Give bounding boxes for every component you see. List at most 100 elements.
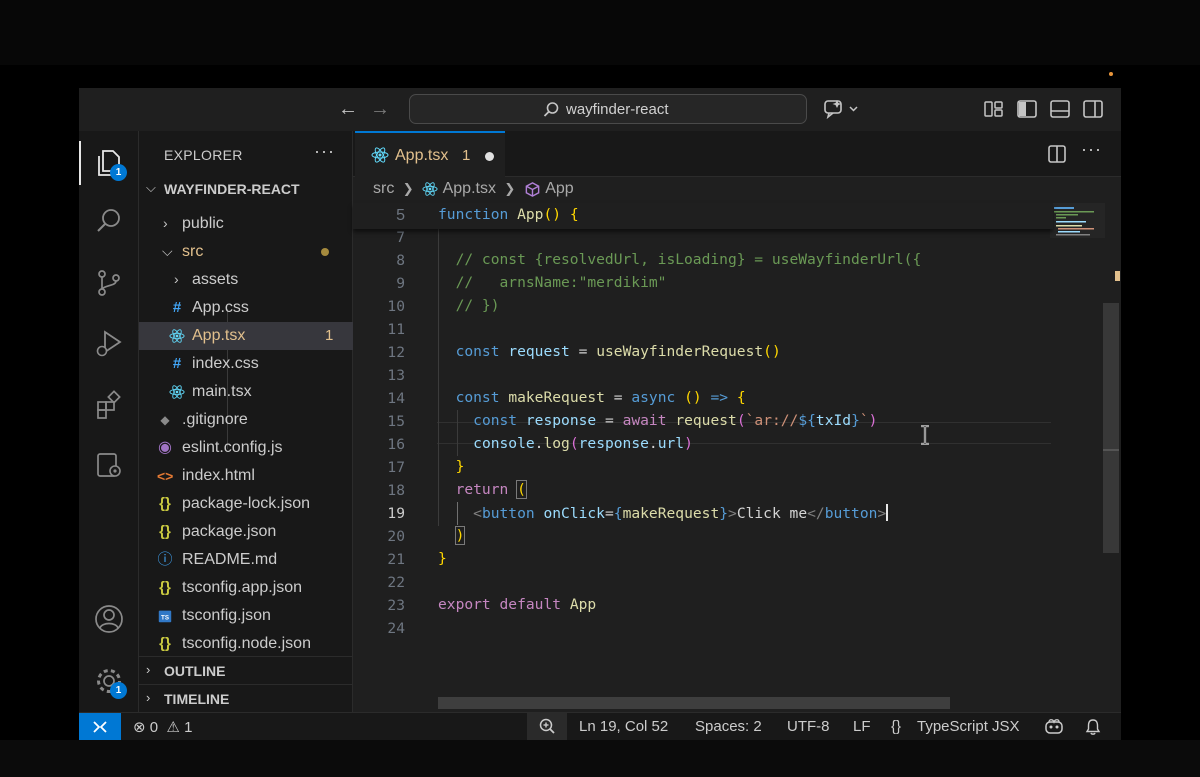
react-file-icon <box>169 329 185 343</box>
notifications-bell-icon[interactable] <box>1084 718 1102 736</box>
timeline-section-header[interactable]: › TIMELINE <box>139 684 353 712</box>
cursor-position[interactable]: Ln 19, Col 52 <box>579 718 668 735</box>
tree-item-tsconfig-node-json[interactable]: {} tsconfig.node.json <box>139 630 353 658</box>
typescript-file-icon: TS <box>158 610 172 623</box>
warning-count: 1 <box>184 719 193 736</box>
eol-setting[interactable]: LF <box>853 718 871 735</box>
code-line: 10 // }) <box>387 297 500 315</box>
html-file-icon: <> <box>157 468 174 484</box>
copilot-sparkle-icon[interactable] <box>823 98 861 120</box>
explorer-more-button[interactable]: ··· <box>314 141 335 162</box>
workspace-folder-header[interactable]: ⌵ WAYFINDER-REACT <box>139 177 353 203</box>
language-mode[interactable]: TypeScript JSX <box>917 718 1020 735</box>
tree-item-package-json[interactable]: {} package.json <box>139 518 353 546</box>
tree-item-label: index.html <box>182 467 255 484</box>
tree-item-tsconfig-json[interactable]: TS tsconfig.json <box>139 602 353 630</box>
source-control-icon[interactable] <box>93 267 125 299</box>
tree-item-index-html[interactable]: <> index.html <box>139 462 353 490</box>
zoom-icon <box>539 718 555 734</box>
copilot-icon[interactable] <box>1044 718 1064 736</box>
top-black-band <box>0 0 1200 65</box>
unsaved-dot[interactable] <box>485 152 494 161</box>
code-line: 13 <box>387 367 405 384</box>
breadcrumb-folder[interactable]: src <box>373 180 394 198</box>
code-line: 8 // const {resolvedUrl, isLoading} = us… <box>396 251 922 269</box>
remote-indicator[interactable] <box>79 713 121 740</box>
tree-item-label: public <box>182 215 224 232</box>
encoding-setting[interactable]: UTF-8 <box>787 718 830 735</box>
info-file-icon: ⓘ <box>157 551 173 568</box>
tab-label: App.tsx <box>395 147 449 164</box>
tree-item-label: tsconfig.json <box>182 607 271 624</box>
breadcrumb-file[interactable]: App.tsx <box>443 180 496 198</box>
tree-item-tsconfig-app-json[interactable]: {} tsconfig.app.json <box>139 574 353 602</box>
zoom-button[interactable] <box>527 713 567 740</box>
run-debug-icon[interactable] <box>93 327 125 359</box>
tree-item-src[interactable]: ⌵ src <box>139 238 353 266</box>
bottom-black-band <box>0 740 1200 777</box>
indentation-setting[interactable]: Spaces: 2 <box>695 718 762 735</box>
toggle-panel-icon[interactable] <box>1049 98 1071 120</box>
tree-item-readme[interactable]: ⓘ README.md <box>139 546 353 574</box>
timeline-label: TIMELINE <box>164 691 230 707</box>
editor-more-actions[interactable]: ··· <box>1081 139 1102 160</box>
eslint-file-icon: ◉ <box>158 439 172 456</box>
activity-bar: 1 1 <box>79 131 139 712</box>
chevron-down-icon: ⌵ <box>146 180 156 195</box>
code-line: 24 <box>387 620 405 637</box>
split-editor-icon[interactable] <box>1047 144 1067 164</box>
breadcrumb-symbol[interactable]: App <box>545 180 573 198</box>
code-line: 15 const response = await request(`ar://… <box>387 412 878 430</box>
tab-problem-count: 1 <box>462 147 471 164</box>
tree-item-label: README.md <box>182 551 278 568</box>
workspace-folder-name: WAYFINDER-REACT <box>164 181 300 197</box>
json-file-icon: {} <box>159 523 171 540</box>
tab-app-tsx[interactable]: App.tsx 1 <box>355 131 505 177</box>
react-file-icon <box>422 182 438 196</box>
extensions-icon[interactable] <box>93 389 125 421</box>
json-file-icon: {} <box>159 579 171 596</box>
tree-item-app-tsx[interactable]: App.tsx 1 <box>139 322 353 350</box>
outline-section-header[interactable]: › OUTLINE <box>139 656 353 684</box>
toggle-primary-sidebar-icon[interactable] <box>1016 98 1038 120</box>
problems-indicator[interactable]: ⊗ 0 ⚠ 1 <box>133 718 192 736</box>
command-center-search[interactable]: wayfinder-react <box>409 94 807 124</box>
forward-arrow-icon[interactable]: → <box>367 96 393 122</box>
remote-explorer-icon[interactable] <box>93 449 125 481</box>
settings-badge: 1 <box>110 682 127 699</box>
tree-item-index-css[interactable]: # index.css <box>139 350 353 378</box>
tree-item-label: main.tsx <box>192 383 252 400</box>
tree-item-label: tsconfig.node.json <box>182 635 311 652</box>
tree-item-eslint-config[interactable]: ◉ eslint.config.js <box>139 434 353 462</box>
search-icon[interactable] <box>93 205 125 237</box>
back-arrow-icon[interactable]: ← <box>335 96 361 122</box>
json-file-icon: {} <box>159 495 171 512</box>
tree-item-label: package.json <box>182 523 277 540</box>
error-count: 0 <box>149 719 159 736</box>
tree-item-app-css[interactable]: # App.css <box>139 294 353 322</box>
chevron-right-icon: › <box>174 271 179 287</box>
tree-item-label: tsconfig.app.json <box>182 579 303 596</box>
code-editor[interactable]: 7 8 // const {resolvedUrl, isLoading} = … <box>353 203 1053 693</box>
css-file-icon: # <box>172 355 182 372</box>
tree-item-package-lock-json[interactable]: {} package-lock.json <box>139 490 353 518</box>
sticky-scroll-line[interactable]: 5 function App() { <box>353 203 1053 229</box>
vertical-scrollbar[interactable] <box>1103 303 1119 553</box>
tree-item-label: .gitignore <box>182 411 248 428</box>
code-line: 21} <box>387 550 447 568</box>
tree-item-assets[interactable]: › assets <box>139 266 353 294</box>
tree-item-public[interactable]: › public <box>139 210 353 238</box>
editor-tab-bar: App.tsx 1 ··· <box>353 131 1121 177</box>
accounts-icon[interactable] <box>93 603 125 635</box>
breadcrumb: src ❯ App.tsx ❯ App <box>373 180 574 202</box>
tree-item-label: package-lock.json <box>182 495 311 512</box>
minimap[interactable] <box>1050 203 1110 712</box>
toggle-secondary-sidebar-icon[interactable] <box>1082 98 1104 120</box>
tree-item-main-tsx[interactable]: main.tsx <box>139 378 353 406</box>
customize-layout-icon[interactable] <box>983 98 1005 120</box>
command-center-label: wayfinder-react <box>566 101 669 118</box>
language-braces-icon: {} <box>891 718 902 735</box>
tree-item-gitignore[interactable]: ◆ .gitignore <box>139 406 353 434</box>
horizontal-scrollbar[interactable] <box>438 697 950 709</box>
search-icon <box>543 102 559 117</box>
